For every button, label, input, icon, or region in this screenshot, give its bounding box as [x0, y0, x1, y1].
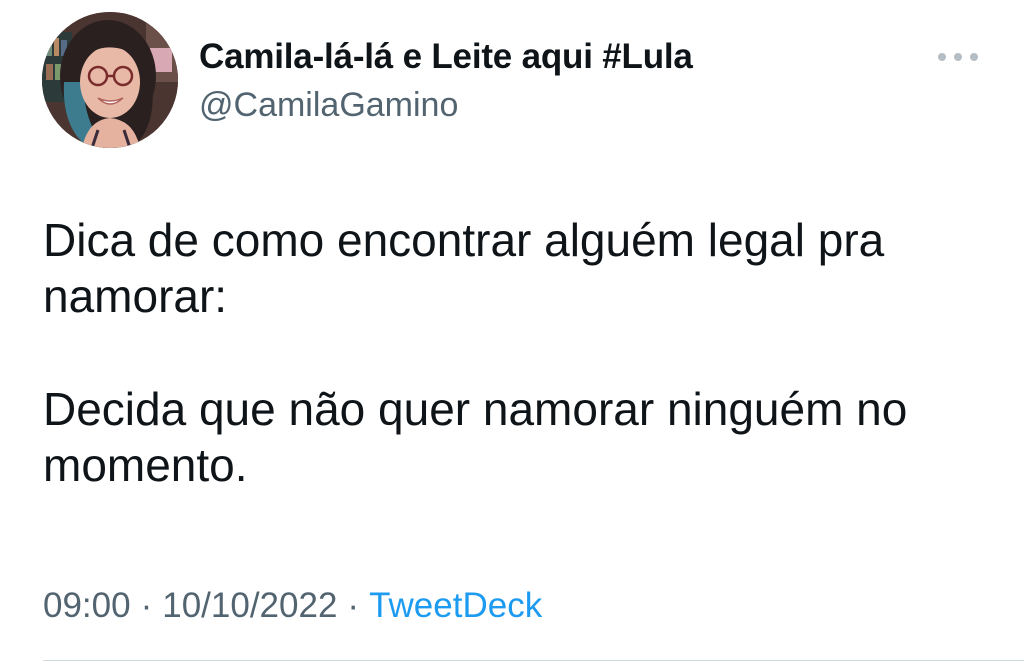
- tweet-source-link[interactable]: TweetDeck: [369, 586, 542, 625]
- tweet-time[interactable]: 09:00: [43, 586, 131, 625]
- author-display-name[interactable]: Camila-lá-lá e Leite aqui #Lula: [199, 36, 693, 78]
- meta-separator: ·: [140, 586, 153, 625]
- author-handle[interactable]: @CamilaGamino: [199, 84, 458, 126]
- more-options-button[interactable]: [936, 44, 980, 70]
- tweet-text-paragraph: Decida que não quer namorar ninguém no m…: [43, 383, 908, 491]
- meta-separator: ·: [347, 586, 360, 625]
- divider: [43, 660, 1024, 661]
- tweet: Camila-lá-lá e Leite aqui #Lula @CamilaG…: [0, 0, 1024, 666]
- tweet-text-paragraph: Dica de como encontrar alguém legal pra …: [43, 214, 885, 322]
- more-options-icon-dot: [954, 53, 962, 61]
- more-options-icon: [938, 53, 946, 61]
- more-options-icon-dot: [970, 53, 978, 61]
- avatar-photo: [42, 12, 178, 148]
- avatar[interactable]: [42, 12, 178, 148]
- tweet-metadata: 09:00 · 10/10/2022 · TweetDeck: [43, 584, 542, 628]
- tweet-date[interactable]: 10/10/2022: [162, 586, 337, 625]
